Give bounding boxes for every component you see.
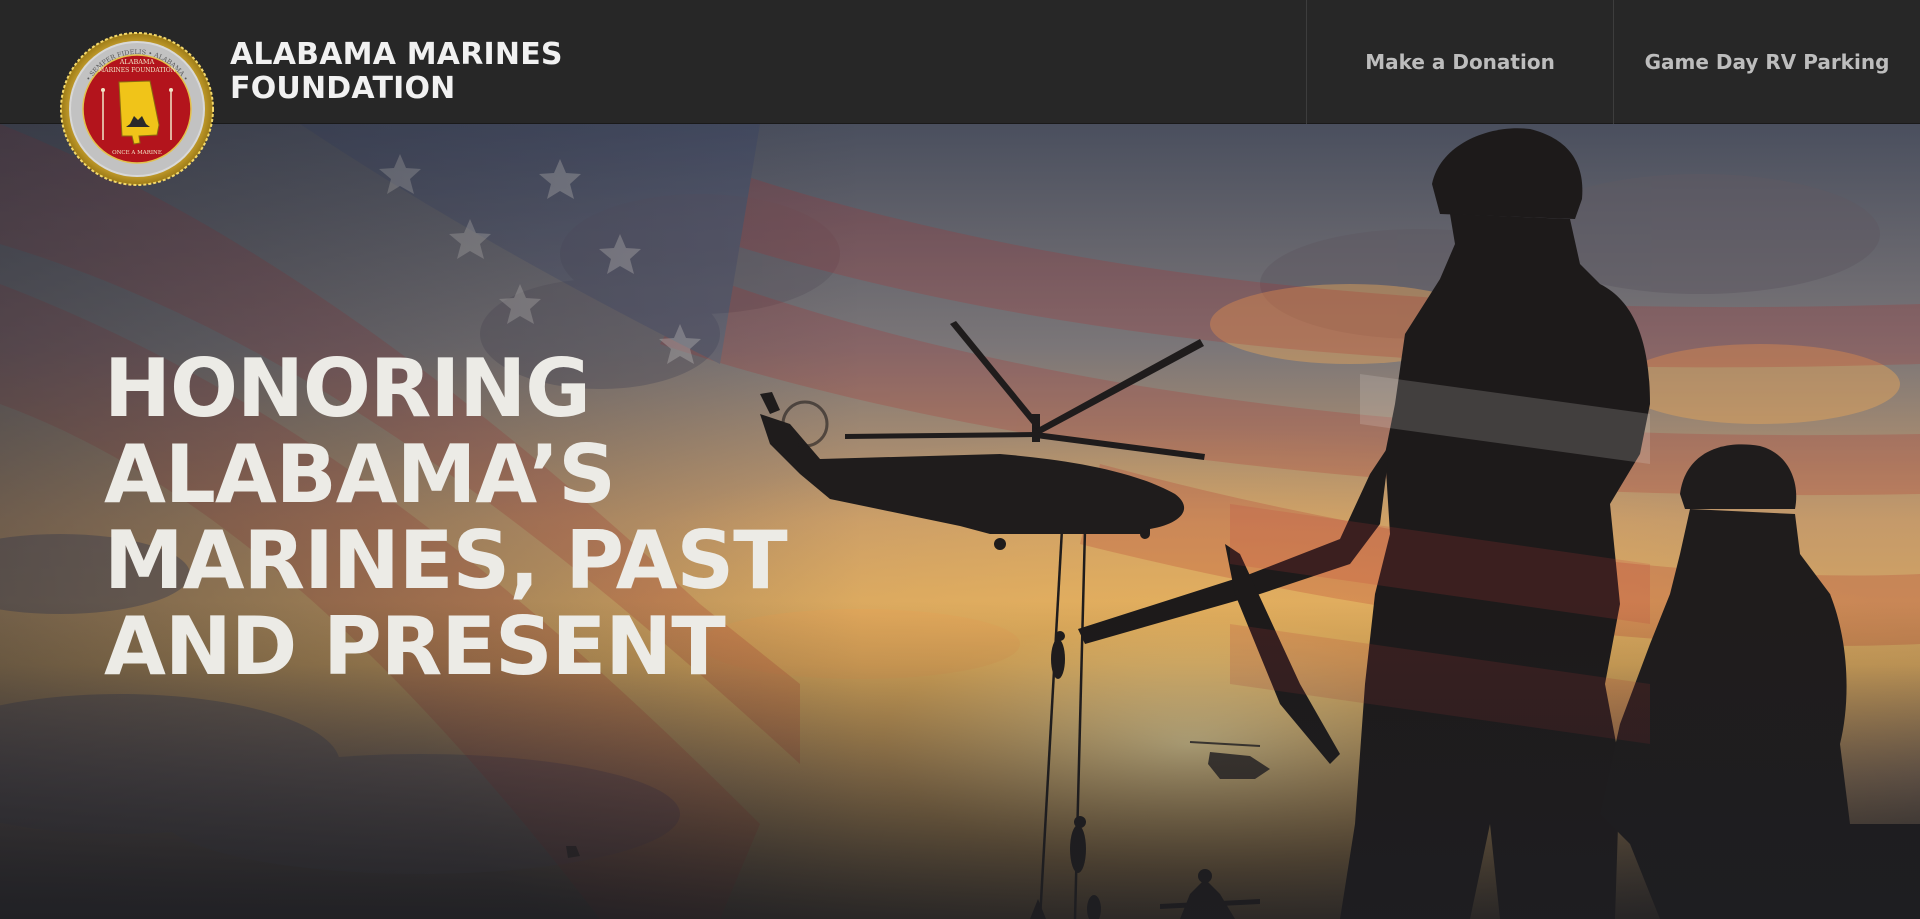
logo-link[interactable]: • SEMPER FIDELIS • ALABAMA • ALABAMA MAR…: [60, 32, 214, 186]
hero-headline-line2: ALABAMA’S: [104, 428, 616, 521]
nav-make-donation[interactable]: Make a Donation: [1306, 0, 1613, 124]
logo-text-bottom: ONCE A MARINE: [112, 150, 162, 156]
nav-game-day-rv-parking[interactable]: Game Day RV Parking: [1613, 0, 1920, 124]
hero-headline-line3: MARINES, PAST: [104, 514, 788, 607]
foundation-seal-logo: • SEMPER FIDELIS • ALABAMA • ALABAMA MAR…: [60, 32, 214, 186]
brand-name-line1: ALABAMA MARINES: [230, 37, 563, 72]
main-nav: Make a Donation Game Day RV Parking: [1306, 0, 1920, 124]
hero-headline-line4: AND PRESENT: [104, 600, 726, 693]
hero-headline: HONORING ALABAMA’S MARINES, PAST AND PRE…: [104, 342, 788, 693]
hero-section: HONORING ALABAMA’S MARINES, PAST AND PRE…: [0, 124, 1920, 919]
brand-name-line2: FOUNDATION: [230, 71, 456, 106]
hero-headline-line1: HONORING: [104, 342, 591, 435]
logo-text-top-2: MARINES FOUNDATION: [98, 67, 176, 74]
brand-name-link[interactable]: ALABAMA MARINES FOUNDATION: [230, 38, 563, 106]
site-header: ALABAMA MARINES FOUNDATION Make a Donati…: [0, 0, 1920, 124]
logo-text-top-1: ALABAMA: [119, 58, 155, 66]
